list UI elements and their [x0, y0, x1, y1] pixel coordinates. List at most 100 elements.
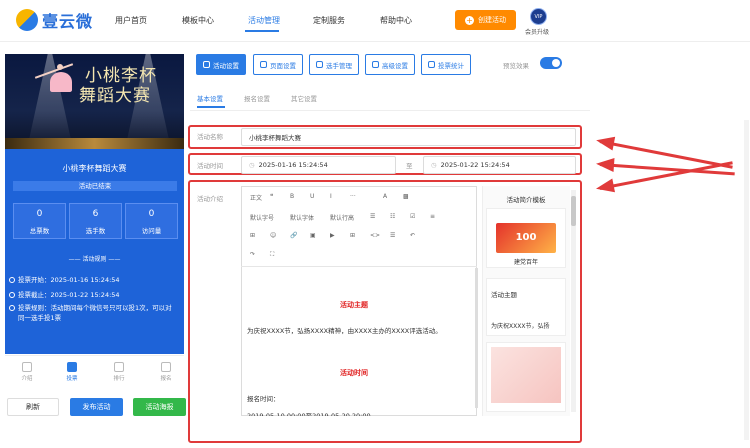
template-card[interactable]: 100 建党百年	[486, 208, 566, 268]
editor-heading: 活动时间	[340, 369, 368, 377]
activity-name-input[interactable]: 小桃李杯舞蹈大赛	[241, 128, 576, 146]
poster-button[interactable]: 活动海报	[133, 398, 186, 416]
template-card-text: 建党百年	[513, 259, 538, 266]
tab-label: 排行	[113, 376, 125, 382]
stat-label: 选手数	[85, 227, 106, 235]
banner-title-line: 舞蹈大赛	[79, 86, 151, 106]
nav-item-custom[interactable]: 定制服务	[313, 15, 345, 26]
nav-item-templates[interactable]: 模板中心	[182, 15, 214, 26]
clock-icon: ◷	[249, 161, 255, 169]
tab-basic-settings[interactable]: 基本设置	[197, 93, 223, 103]
tool-label: 投票统计	[438, 61, 464, 70]
users-icon	[316, 61, 323, 68]
activity-intro-label: 活动介绍	[197, 195, 223, 203]
editor-tool-button[interactable]: ☑	[410, 213, 415, 220]
stat-value: 0	[36, 209, 43, 219]
tab-label: 投票	[66, 376, 78, 382]
clock-icon	[9, 292, 15, 298]
nav-active-underline	[245, 30, 279, 32]
tab-label: 介绍	[21, 376, 33, 382]
scrollbar-thumb[interactable]	[571, 196, 576, 226]
template-card[interactable]: 活动主题 为庆祝XXXX节，弘扬	[486, 278, 566, 336]
publish-button[interactable]: 发布活动	[70, 398, 123, 416]
preview-toggle[interactable]	[540, 57, 562, 69]
chart-icon	[428, 61, 435, 68]
tab-intro[interactable]: 介绍	[12, 362, 42, 382]
tab-signup-settings[interactable]: 报名设置	[244, 93, 270, 103]
activity-name-label: 活动名称	[197, 133, 223, 141]
stage-light	[27, 54, 73, 149]
start-time-input[interactable]: ◷ 2025-01-16 15:24:54	[241, 156, 396, 174]
template-card[interactable]	[486, 342, 566, 412]
vip-icon[interactable]: VIP	[530, 8, 547, 25]
editor-tool-button[interactable]: ⊞	[350, 232, 355, 239]
vip-upgrade-label[interactable]: 会员升级	[525, 27, 549, 36]
editor-tool-button[interactable]: ···	[350, 193, 356, 200]
rule-end: 投票截止：2025-01-22 15:24:54	[18, 291, 120, 299]
template-panel-title: 活动简介模板	[506, 196, 546, 204]
editor-paragraph: 为庆祝XXXX节，弘扬XXXX精神，由XXXX主办的XXXX评选活动。	[247, 327, 442, 335]
time-separator: 至	[406, 162, 413, 170]
editor-tool-button[interactable]: ▶	[330, 232, 335, 239]
clock-icon: ◷	[431, 161, 437, 169]
brand-logo[interactable]: 壹云微	[16, 8, 93, 32]
info-icon	[9, 305, 15, 311]
editor-tool-button[interactable]: ≡	[430, 213, 435, 220]
editor-tool-button[interactable]: ☰	[370, 213, 375, 220]
editor-tool-button[interactable]: 正文	[250, 193, 262, 202]
refresh-button[interactable]: 刷新	[7, 398, 59, 416]
editor-tool-button[interactable]: A	[383, 193, 387, 200]
nav-item-home[interactable]: 用户首页	[115, 15, 147, 26]
editor-tool-button[interactable]: 默认字体	[290, 213, 314, 222]
stat-visits: 0 访问量	[125, 203, 178, 239]
nav-item-help[interactable]: 帮助中心	[380, 15, 412, 26]
ranking-icon	[114, 362, 124, 372]
editor-tool-button[interactable]: ▣	[310, 232, 316, 239]
editor-tool-button[interactable]: I	[330, 193, 332, 200]
vote-icon	[67, 362, 77, 372]
activity-settings-button[interactable]: 活动设置	[196, 54, 246, 75]
tab-other-settings[interactable]: 其它设置	[291, 93, 317, 103]
editor-tool-button[interactable]: B	[290, 193, 294, 200]
editor-paragraph: 2019-05-10 00:00至2019-05-20 20:00	[247, 412, 371, 416]
stat-contestants: 6 选手数	[69, 203, 122, 239]
editor-tool-button[interactable]: ↷	[250, 251, 255, 258]
activity-time-label: 活动时间	[197, 162, 223, 170]
editor-tool-button[interactable]: ▩	[403, 193, 409, 200]
tab-ranking[interactable]: 排行	[104, 362, 134, 382]
end-time-value: 2025-01-22 15:24:54	[440, 161, 510, 169]
editor-tool-button[interactable]: ☰	[390, 232, 395, 239]
editor-tool-button[interactable]: ⛶	[270, 251, 274, 259]
preview-status-badge: 活动已结束	[13, 181, 177, 191]
editor-paragraph: 报名时间：	[247, 395, 280, 403]
editor-tool-button[interactable]: 默认行高	[330, 213, 354, 222]
preview-effect-label: 预览效果	[503, 62, 529, 70]
end-time-input[interactable]: ◷ 2025-01-22 15:24:54	[423, 156, 576, 174]
editor-tool-button[interactable]: ☺	[270, 232, 276, 239]
editor-tool-button[interactable]: ☷	[390, 213, 395, 220]
stat-total-votes: 0 总票数	[13, 203, 66, 239]
nav-item-activities[interactable]: 活动管理	[248, 15, 280, 26]
advanced-settings-button[interactable]: 高级设置	[365, 54, 415, 75]
contestant-management-button[interactable]: 选手管理	[309, 54, 359, 75]
editor-tool-button[interactable]: 默认字号	[250, 213, 274, 222]
page-settings-button[interactable]: 页面设置	[253, 54, 303, 75]
editor-tool-button[interactable]: ↶	[410, 232, 415, 239]
editor-tool-button[interactable]: ❝	[270, 193, 273, 200]
editor-tool-button[interactable]: 🔗	[290, 232, 297, 239]
tab-label: 报名	[160, 376, 172, 382]
vote-stats-button[interactable]: 投票统计	[421, 54, 471, 75]
page-scrollbar[interactable]	[744, 120, 749, 440]
divider	[190, 110, 590, 111]
editor-tool-button[interactable]: U	[310, 193, 314, 200]
page-icon	[260, 61, 267, 68]
editor-scrollbar[interactable]	[475, 268, 478, 408]
editor-tool-button[interactable]: <>	[370, 232, 380, 239]
editor-toolbar-divider	[241, 266, 477, 267]
tab-vote[interactable]: 投票	[57, 362, 87, 382]
stage-floor	[5, 138, 184, 149]
create-activity-button[interactable]: + 创建活动	[455, 10, 516, 30]
tab-signup[interactable]: 报名	[151, 362, 181, 382]
template-card-text: 为庆祝XXXX节，弘扬	[491, 323, 550, 330]
editor-tool-button[interactable]: ⊞	[250, 232, 255, 239]
